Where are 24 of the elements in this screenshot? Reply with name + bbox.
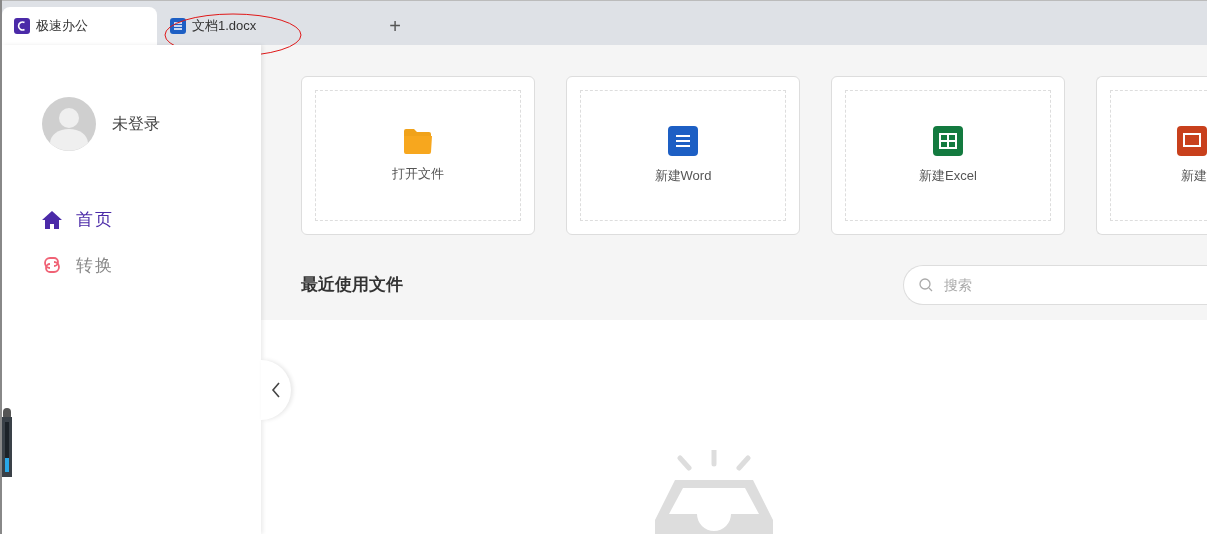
spreadsheet-icon xyxy=(933,125,963,156)
avatar xyxy=(42,97,96,151)
document-icon xyxy=(668,125,698,156)
action-card[interactable]: 打开文件 xyxy=(301,76,535,235)
volume-meter-icon xyxy=(2,408,12,477)
nav-item[interactable]: 首页 xyxy=(42,207,261,233)
search-icon xyxy=(919,278,933,292)
tab[interactable]: 文档1.docx xyxy=(158,7,383,45)
app-logo-icon xyxy=(14,18,30,34)
empty-inbox-icon xyxy=(655,450,773,534)
new-tab-button[interactable]: + xyxy=(383,7,407,45)
chevron-left-icon xyxy=(271,382,281,398)
action-card[interactable]: 新建Excel xyxy=(831,76,1065,235)
folder-icon xyxy=(403,127,433,154)
tab[interactable]: 极速办公 xyxy=(2,7,157,45)
action-card[interactable]: 新建Word xyxy=(566,76,800,235)
section-title: 最近使用文件 xyxy=(301,274,403,297)
action-card[interactable]: 新建 xyxy=(1096,76,1207,235)
user-name: 未登录 xyxy=(112,114,160,134)
document-icon xyxy=(170,18,186,34)
nav-item[interactable]: 转换 xyxy=(42,252,261,278)
search-field[interactable]: 搜索 xyxy=(903,265,1207,305)
slides-icon xyxy=(1177,125,1207,156)
home-icon xyxy=(42,210,62,229)
